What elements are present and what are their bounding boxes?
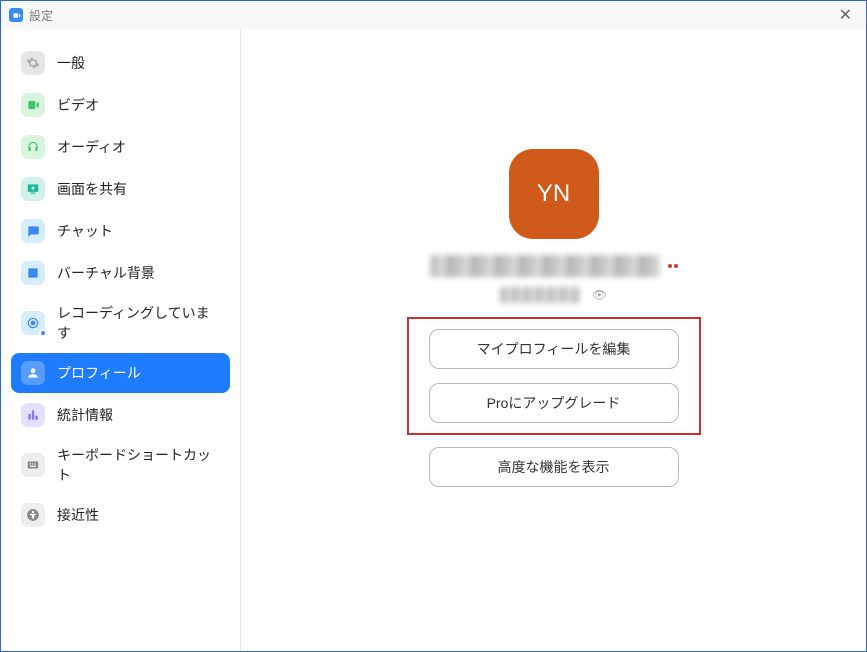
sidebar-item-statistics[interactable]: 統計情報 [11,395,230,435]
recording-icon [21,311,45,335]
window-title: 設定 [29,7,53,24]
status-indicator-icon [668,264,678,268]
profile-icon [21,361,45,385]
upgrade-pro-button[interactable]: Proにアップグレード [429,383,679,423]
chat-icon [21,219,45,243]
sidebar-item-label: ビデオ [57,95,99,115]
virtual-background-icon [21,261,45,285]
avatar-initials: YN [537,180,570,208]
advanced-features-button[interactable]: 高度な機能を表示 [429,447,679,487]
profile-name-redacted [430,255,660,277]
sidebar-item-recording[interactable]: レコーディングしています [11,295,230,351]
edit-profile-button[interactable]: マイプロフィールを編集 [429,329,679,369]
sidebar-item-label: バーチャル背景 [57,263,155,283]
sidebar: 一般 ビデオ オーディオ 画面を共有 [1,29,241,651]
sidebar-item-profile[interactable]: プロフィール [11,353,230,393]
sidebar-item-video[interactable]: ビデオ [11,85,230,125]
share-screen-icon [21,177,45,201]
app-icon [9,8,23,22]
titlebar: 設定 ✕ [1,1,866,29]
accessibility-icon [21,503,45,527]
close-button[interactable]: ✕ [833,3,858,27]
sidebar-item-label: キーボードショートカット [57,445,220,485]
sidebar-item-label: プロフィール [57,363,141,383]
body-area: 一般 ビデオ オーディオ 画面を共有 [1,29,866,651]
sidebar-item-label: オーディオ [57,137,126,157]
sidebar-item-accessibility[interactable]: 接近性 [11,495,230,535]
sidebar-item-keyboard-shortcuts[interactable]: キーボードショートカット [11,437,230,493]
sidebar-item-label: 画面を共有 [57,179,127,199]
headphones-icon [21,135,45,159]
titlebar-left: 設定 [9,7,53,24]
sidebar-item-chat[interactable]: チャット [11,211,230,251]
sidebar-item-general[interactable]: 一般 [11,43,230,83]
avatar[interactable]: YN [509,149,599,239]
annotation-highlight: マイプロフィールを編集 Proにアップグレード [407,317,701,435]
main-content: YN 👁 マイプロフィールを編集 Proにアップグレード 高度な機能を表示 [241,29,866,651]
sidebar-item-label: 接近性 [57,505,99,525]
sidebar-item-virtual-background[interactable]: バーチャル背景 [11,253,230,293]
sidebar-item-label: 一般 [57,53,85,73]
profile-email-redacted [500,287,580,303]
sidebar-item-label: 統計情報 [57,405,113,425]
statistics-icon [21,403,45,427]
settings-window: 設定 ✕ 一般 ビデオ オーディオ [0,0,867,652]
video-icon [21,93,45,117]
keyboard-icon [21,453,45,477]
profile-email-row: 👁 [500,287,607,303]
gear-icon [21,51,45,75]
sidebar-item-label: レコーディングしています [57,303,220,343]
profile-name-row [430,255,678,277]
sidebar-item-share-screen[interactable]: 画面を共有 [11,169,230,209]
sidebar-item-audio[interactable]: オーディオ [11,127,230,167]
reveal-icon[interactable]: 👁 [592,288,607,302]
sidebar-item-label: チャット [57,221,113,241]
